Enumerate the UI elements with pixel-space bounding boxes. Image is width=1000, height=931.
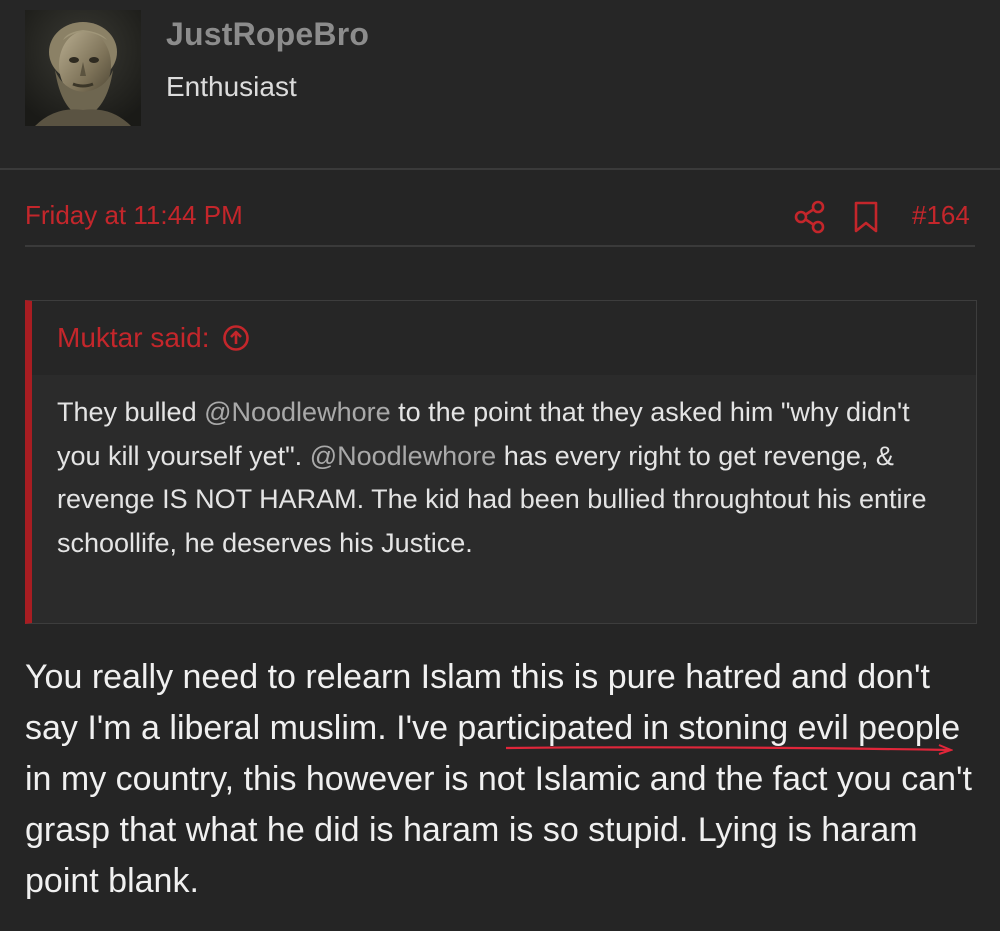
- quote-author[interactable]: Muktar said:: [57, 322, 250, 354]
- post-body: You really need to relearn Islam this is…: [25, 658, 972, 900]
- bookmark-icon[interactable]: [851, 201, 881, 233]
- user-title: Enthusiast: [166, 71, 297, 102]
- user-mention[interactable]: @Noodlewhore: [310, 441, 497, 471]
- share-icon[interactable]: [793, 200, 827, 234]
- username[interactable]: JustRopeBro: [166, 16, 369, 53]
- post-meta: Friday at 11:44 PM #164: [0, 170, 1000, 248]
- user-mention[interactable]: @Noodlewhore: [204, 397, 391, 427]
- bust-portrait-icon: [25, 10, 141, 126]
- meta-divider: [25, 245, 975, 247]
- quote-text: They bulled @Noodlewhore to the point th…: [57, 391, 957, 565]
- red-underline-annotation: [505, 744, 953, 755]
- post-date[interactable]: Friday at 11:44 PM: [25, 200, 243, 231]
- post-number[interactable]: #164: [912, 200, 970, 231]
- quote-text-part: They bulled: [57, 397, 205, 427]
- post-header: JustRopeBro Enthusiast: [0, 0, 1000, 170]
- arrow-up-circle-icon[interactable]: [222, 324, 250, 352]
- quote-block: Muktar said: They bulled @Noodlewhore to…: [25, 300, 977, 624]
- quote-header: Muktar said:: [32, 301, 976, 375]
- quote-author-label[interactable]: Muktar said:: [57, 322, 210, 354]
- avatar[interactable]: [25, 10, 141, 126]
